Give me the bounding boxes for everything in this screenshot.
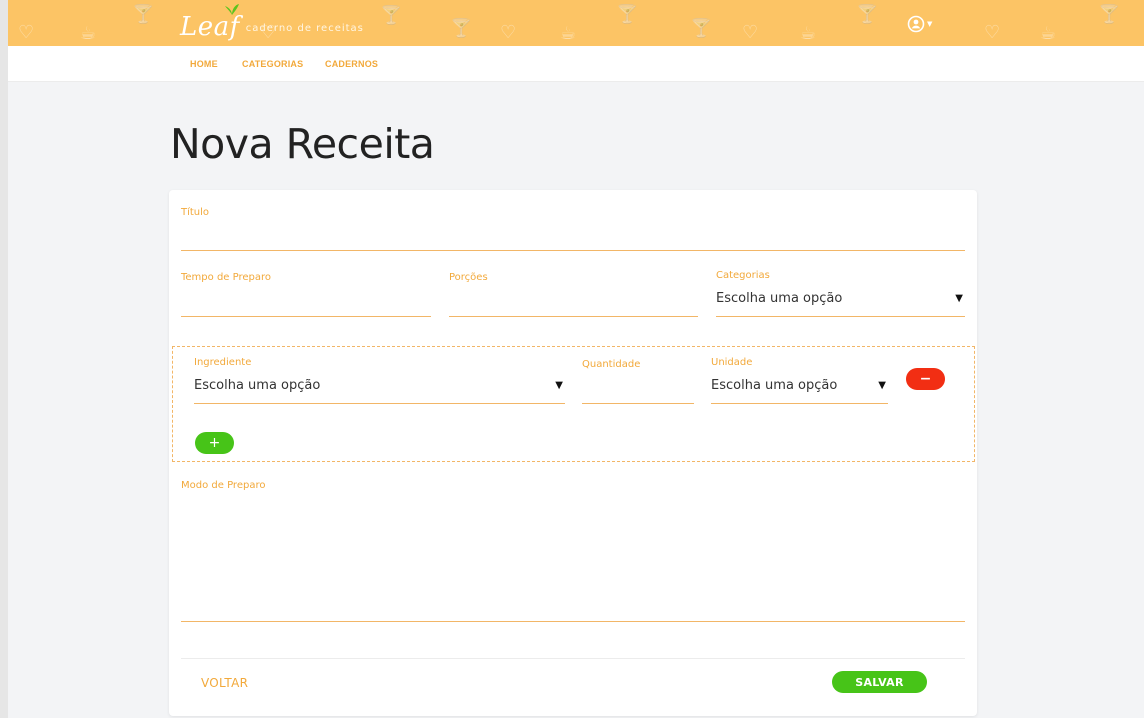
- page-title: Nova Receita: [170, 120, 435, 168]
- heart-pattern-icon: ♡: [742, 22, 759, 43]
- teapot-pattern-icon: ☕: [560, 23, 577, 44]
- teapot-pattern-icon: ☕: [80, 23, 97, 44]
- caret-down-icon: ▼: [555, 380, 563, 391]
- logo-wordmark: Leaf: [180, 12, 240, 42]
- heart-pattern-icon: ♡: [984, 22, 1001, 43]
- unidade-selected: Escolha uma opção: [711, 378, 838, 393]
- unidade-label: Unidade: [711, 357, 753, 368]
- heart-pattern-icon: ♡: [500, 22, 517, 43]
- cocktail-pattern-icon: 🍸: [132, 4, 155, 25]
- caret-down-icon: ▼: [955, 293, 963, 304]
- recipe-form-card: Título Tempo de Preparo Porções Categori…: [169, 190, 977, 716]
- footer-divider: [181, 658, 965, 659]
- ingrediente-select[interactable]: Ingrediente Escolha uma opção ▼: [194, 357, 565, 404]
- modo-preparo-label: Modo de Preparo: [181, 480, 266, 491]
- cocktail-pattern-icon: 🍸: [380, 5, 403, 26]
- quantidade-label: Quantidade: [582, 359, 641, 370]
- cocktail-pattern-icon: 🍸: [1098, 4, 1121, 25]
- nav-categorias[interactable]: CATEGORIAS: [242, 59, 303, 69]
- titulo-label: Título: [181, 207, 210, 218]
- porcoes-label: Porções: [449, 272, 488, 283]
- logo-tagline: caderno de receitas: [245, 23, 364, 34]
- titulo-field[interactable]: Título: [181, 207, 965, 251]
- teapot-pattern-icon: ☕: [1040, 23, 1057, 44]
- save-button[interactable]: SALVAR: [832, 671, 927, 693]
- user-menu-button[interactable]: ▼: [907, 14, 933, 34]
- brand-logo[interactable]: Leaf caderno de receitas: [180, 4, 364, 42]
- quantidade-field[interactable]: Quantidade: [582, 359, 694, 404]
- leaf-icon: [225, 4, 239, 15]
- porcoes-field[interactable]: Porções: [449, 272, 698, 317]
- cocktail-pattern-icon: 🍸: [616, 4, 639, 25]
- nav-home[interactable]: HOME: [190, 59, 218, 69]
- unidade-select[interactable]: Unidade Escolha uma opção ▼: [711, 357, 888, 404]
- cocktail-pattern-icon: 🍸: [690, 18, 713, 39]
- modo-preparo-textarea[interactable]: Modo de Preparo: [181, 480, 965, 622]
- categorias-selected: Escolha uma opção: [716, 291, 843, 306]
- remove-ingredient-button[interactable]: −: [906, 368, 945, 390]
- user-circle-icon: [907, 15, 925, 33]
- ingrediente-selected: Escolha uma opção: [194, 378, 321, 393]
- heart-pattern-icon: ♡: [18, 22, 35, 43]
- categorias-select[interactable]: Categorias Escolha uma opção ▼: [716, 270, 965, 317]
- caret-down-icon: ▼: [878, 380, 886, 391]
- cocktail-pattern-icon: 🍸: [450, 18, 473, 39]
- main-nav: HOME CATEGORIAS CADERNOS: [0, 46, 1144, 82]
- tempo-preparo-label: Tempo de Preparo: [181, 272, 272, 283]
- tempo-preparo-field[interactable]: Tempo de Preparo: [181, 272, 431, 317]
- back-link[interactable]: VOLTAR: [201, 676, 248, 690]
- nav-cadernos[interactable]: CADERNOS: [325, 59, 378, 69]
- ingrediente-label: Ingrediente: [194, 357, 252, 368]
- window-edge: [0, 0, 8, 718]
- add-ingredient-button[interactable]: +: [195, 432, 234, 454]
- categorias-label: Categorias: [716, 270, 770, 281]
- cocktail-pattern-icon: 🍸: [856, 4, 879, 25]
- ingredients-group: Ingrediente Escolha uma opção ▼ Quantida…: [172, 346, 975, 462]
- top-bar: ♡ ☕ 🍸 ♡ 🍸 🍸 ♡ ☕ 🍸 🍸 ♡ ☕ 🍸 ♡ ☕ 🍸 Leaf cad…: [0, 0, 1144, 46]
- caret-down-icon: ▼: [927, 20, 933, 28]
- teapot-pattern-icon: ☕: [800, 23, 817, 44]
